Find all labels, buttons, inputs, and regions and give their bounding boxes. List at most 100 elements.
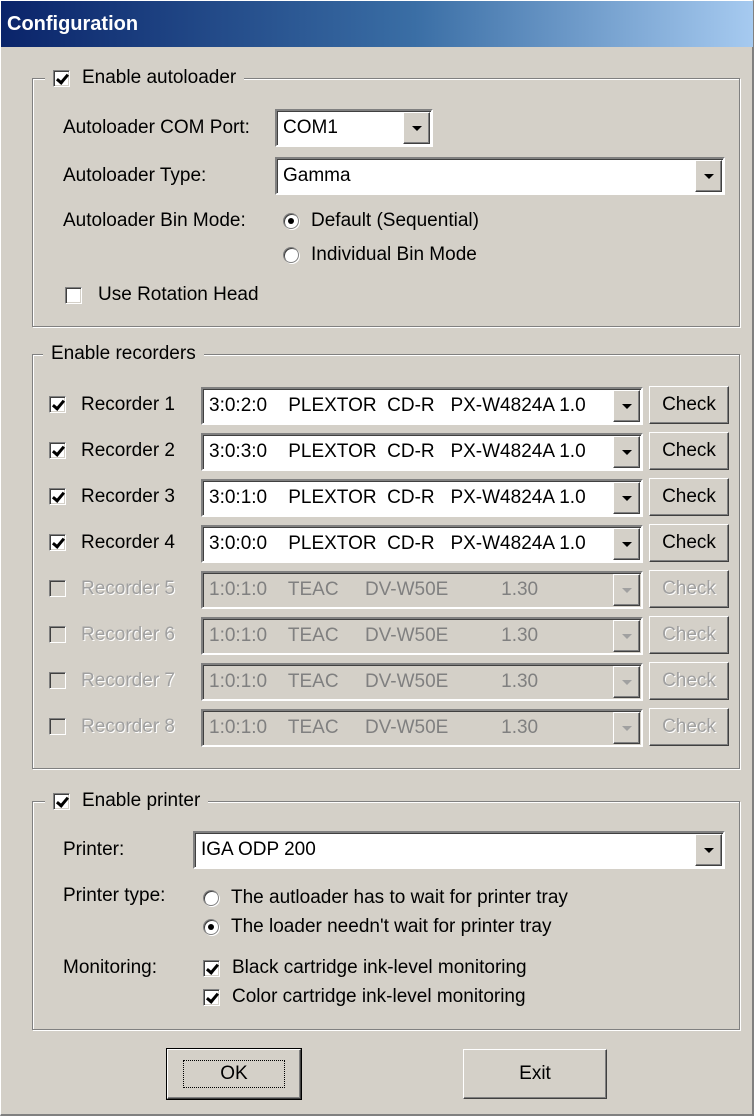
recorder-8-device: 1:0:1:0 TEAC DV-W50E 1.30 <box>209 717 539 738</box>
radio-button[interactable] <box>203 890 219 906</box>
recorder-row-2: Recorder 2 3:0:3:0 PLEXTOR CD-R PX-W4824… <box>49 432 729 471</box>
printer-label: Printer: <box>63 839 125 860</box>
recorder-1-checkbox[interactable] <box>49 396 66 413</box>
recorder-4-label: Recorder 4 <box>81 532 175 553</box>
bin-mode-individual-label: Individual Bin Mode <box>311 244 477 265</box>
radio-button[interactable] <box>283 213 299 229</box>
recorder-row-7: Recorder 7 1:0:1:0 TEAC DV-W50E 1.30 Che… <box>49 662 729 701</box>
chevron-down-icon[interactable] <box>695 834 722 866</box>
configuration-dialog: Configuration Enable autoloader Autoload… <box>0 0 754 1116</box>
recorder-1-label: Recorder 1 <box>81 394 175 415</box>
recorders-legend: Enable recorders <box>43 341 204 367</box>
recorder-5-device: 1:0:1:0 TEAC DV-W50E 1.30 <box>209 579 539 600</box>
black-ink-label: Black cartridge ink-level monitoring <box>232 957 527 978</box>
chevron-down-icon[interactable] <box>613 436 640 468</box>
recorder-row-8: Recorder 8 1:0:1:0 TEAC DV-W50E 1.30 Che… <box>49 708 729 747</box>
title-bar[interactable]: Configuration <box>1 1 753 47</box>
recorder-row-4: Recorder 4 3:0:0:0 PLEXTOR CD-R PX-W4824… <box>49 524 729 563</box>
recorder-2-device: 3:0:3:0 PLEXTOR CD-R PX-W4824A 1.0 <box>209 441 586 462</box>
printer-select[interactable]: IGA ODP 200 <box>193 831 725 869</box>
bin-mode-default-option[interactable]: Default (Sequential) <box>283 208 479 234</box>
autoloader-type-label: Autoloader Type: <box>63 165 207 186</box>
chevron-down-icon[interactable] <box>403 112 430 144</box>
exit-button[interactable]: Exit <box>463 1049 607 1099</box>
recorders-group-label: Enable recorders <box>51 343 196 364</box>
recorder-8-device-select[interactable]: 1:0:1:0 TEAC DV-W50E 1.30 <box>201 709 643 747</box>
recorder-2-checkbox[interactable] <box>49 442 66 459</box>
chevron-down-icon[interactable] <box>613 390 640 422</box>
autoloader-type-select[interactable]: Gamma <box>275 157 725 195</box>
color-ink-label: Color cartridge ink-level monitoring <box>232 986 526 1007</box>
recorder-6-device-select[interactable]: 1:0:1:0 TEAC DV-W50E 1.30 <box>201 617 643 655</box>
recorder-row-6: Recorder 6 1:0:1:0 TEAC DV-W50E 1.30 Che… <box>49 616 729 655</box>
recorder-3-checkbox[interactable] <box>49 488 66 505</box>
printer-type-label: Printer type: <box>63 885 166 906</box>
recorder-3-label: Recorder 3 <box>81 486 175 507</box>
recorder-4-device-select[interactable]: 3:0:0:0 PLEXTOR CD-R PX-W4824A 1.0 <box>201 525 643 563</box>
printer-type-nowait-label: The loader needn't wait for printer tray <box>231 916 552 937</box>
recorder-7-check-button[interactable]: Check <box>649 662 729 700</box>
recorder-2-check-button[interactable]: Check <box>649 432 729 470</box>
recorder-6-checkbox[interactable] <box>49 626 66 643</box>
recorder-5-checkbox[interactable] <box>49 580 66 597</box>
recorder-8-label: Recorder 8 <box>81 716 175 737</box>
chevron-down-icon[interactable] <box>613 574 640 606</box>
rotation-head-checkbox[interactable] <box>65 286 82 304</box>
window-title: Configuration <box>7 12 139 35</box>
printer-type-wait-label: The autloader has to wait for printer tr… <box>231 887 568 908</box>
monitoring-label: Monitoring: <box>63 957 157 978</box>
recorder-3-device-select[interactable]: 3:0:1:0 PLEXTOR CD-R PX-W4824A 1.0 <box>201 479 643 517</box>
recorder-4-check-button[interactable]: Check <box>649 524 729 562</box>
autoloader-type-value: Gamma <box>283 165 351 186</box>
black-ink-monitoring-option[interactable]: Black cartridge ink-level monitoring <box>203 955 527 981</box>
recorder-3-device: 3:0:1:0 PLEXTOR CD-R PX-W4824A 1.0 <box>209 487 586 508</box>
chevron-down-icon[interactable] <box>613 712 640 744</box>
printer-type-nowait-option[interactable]: The loader needn't wait for printer tray <box>203 914 551 940</box>
recorder-8-check-button[interactable]: Check <box>649 708 729 746</box>
chevron-down-icon[interactable] <box>613 482 640 514</box>
chevron-down-icon[interactable] <box>613 666 640 698</box>
enable-autoloader-checkbox[interactable] <box>53 69 70 87</box>
printer-value: IGA ODP 200 <box>201 839 316 860</box>
bin-mode-label: Autoloader Bin Mode: <box>63 210 246 231</box>
recorder-2-label: Recorder 2 <box>81 440 175 461</box>
autoloader-legend: Enable autoloader <box>45 65 245 91</box>
com-port-value: COM1 <box>283 117 338 138</box>
ok-button[interactable]: OK <box>166 1048 302 1100</box>
recorder-5-label: Recorder 5 <box>81 578 175 599</box>
rotation-head-label: Use Rotation Head <box>98 284 259 305</box>
recorder-6-device: 1:0:1:0 TEAC DV-W50E 1.30 <box>209 625 539 646</box>
com-port-select[interactable]: COM1 <box>275 109 433 147</box>
chevron-down-icon[interactable] <box>613 620 640 652</box>
bin-mode-default-label: Default (Sequential) <box>311 210 479 231</box>
bin-mode-individual-option[interactable]: Individual Bin Mode <box>283 242 477 268</box>
com-port-label: Autoloader COM Port: <box>63 117 250 138</box>
radio-button[interactable] <box>283 247 299 263</box>
recorder-6-check-button[interactable]: Check <box>649 616 729 654</box>
enable-autoloader-label: Enable autoloader <box>82 67 237 88</box>
radio-button[interactable] <box>203 919 219 935</box>
rotation-head-option[interactable]: Use Rotation Head <box>65 282 259 308</box>
recorder-4-device: 3:0:0:0 PLEXTOR CD-R PX-W4824A 1.0 <box>209 533 586 554</box>
recorder-1-device: 3:0:2:0 PLEXTOR CD-R PX-W4824A 1.0 <box>209 395 586 416</box>
recorder-7-device-select[interactable]: 1:0:1:0 TEAC DV-W50E 1.30 <box>201 663 643 701</box>
recorder-5-device-select[interactable]: 1:0:1:0 TEAC DV-W50E 1.30 <box>201 571 643 609</box>
recorder-1-device-select[interactable]: 3:0:2:0 PLEXTOR CD-R PX-W4824A 1.0 <box>201 387 643 425</box>
recorder-8-checkbox[interactable] <box>49 718 66 735</box>
recorder-2-device-select[interactable]: 3:0:3:0 PLEXTOR CD-R PX-W4824A 1.0 <box>201 433 643 471</box>
chevron-down-icon[interactable] <box>613 528 640 560</box>
color-ink-checkbox[interactable] <box>203 988 220 1006</box>
recorder-4-checkbox[interactable] <box>49 534 66 551</box>
recorder-7-checkbox[interactable] <box>49 672 66 689</box>
recorder-7-label: Recorder 7 <box>81 670 175 691</box>
enable-printer-checkbox[interactable] <box>53 792 70 810</box>
color-ink-monitoring-option[interactable]: Color cartridge ink-level monitoring <box>203 984 526 1010</box>
ok-button-label: OK <box>183 1060 285 1088</box>
printer-type-wait-option[interactable]: The autloader has to wait for printer tr… <box>203 885 568 911</box>
chevron-down-icon[interactable] <box>695 160 722 192</box>
recorder-3-check-button[interactable]: Check <box>649 478 729 516</box>
recorder-1-check-button[interactable]: Check <box>649 386 729 424</box>
recorder-5-check-button[interactable]: Check <box>649 570 729 608</box>
recorder-7-device: 1:0:1:0 TEAC DV-W50E 1.30 <box>209 671 539 692</box>
black-ink-checkbox[interactable] <box>203 959 220 977</box>
